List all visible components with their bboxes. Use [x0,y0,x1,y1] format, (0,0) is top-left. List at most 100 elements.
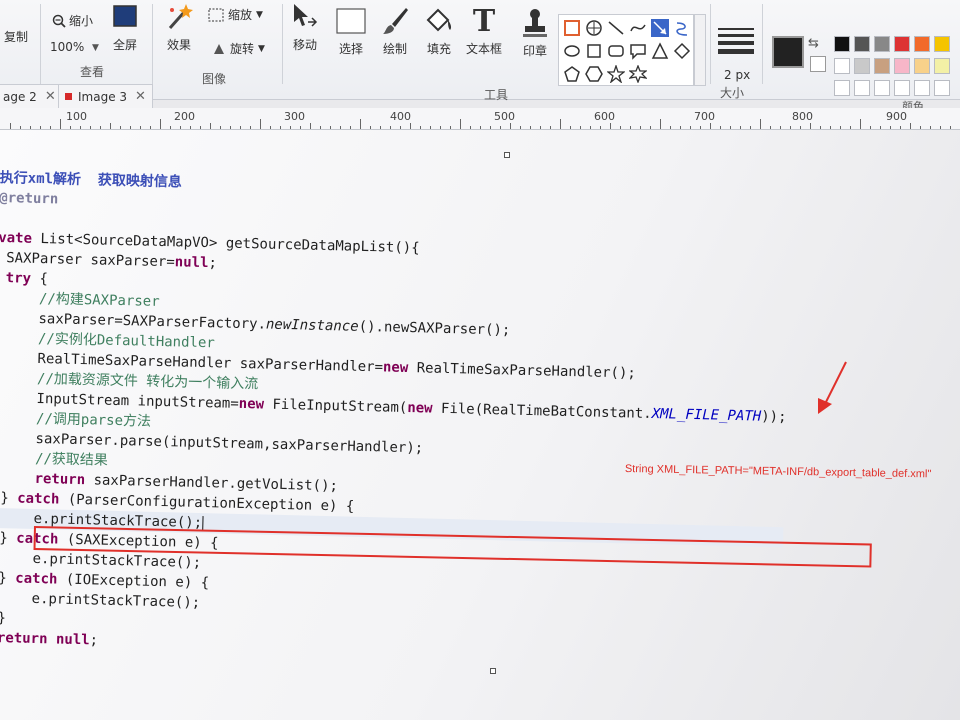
ruler-tick [870,126,871,129]
ruler-tick [460,119,461,129]
ruler-tick [490,126,491,129]
color-swatch[interactable] [914,80,930,96]
color-swatch[interactable] [894,58,910,74]
primary-color[interactable] [772,36,804,68]
color-swatch[interactable] [874,58,890,74]
ruler-tick [890,126,891,129]
effects-button[interactable]: 效果 [162,0,196,53]
color-swatch[interactable] [854,36,870,52]
brush-icon [378,4,412,38]
color-swatch[interactable] [834,36,850,52]
color-swatch[interactable] [854,80,870,96]
ruler-tick [720,126,721,129]
ruler-tick [930,126,931,129]
move-tool-button[interactable]: 移动 [288,0,322,53]
canvas-resize-handle[interactable] [504,152,510,158]
ruler-tick [620,126,621,129]
tab-image-2[interactable]: age 2 ✕ [0,84,63,108]
pentagon-shape-icon[interactable] [563,65,581,83]
zoom-level[interactable]: 100% [50,40,84,54]
annotation-arrow[interactable] [0,130,960,720]
color-swatch[interactable] [934,36,950,52]
move-icon [288,0,322,34]
fullscreen-button[interactable]: 全屏 [108,0,142,53]
ruler-tick [840,126,841,129]
ruler-tick [470,126,471,129]
color-swatch[interactable] [934,80,950,96]
draw-tool-button[interactable]: 绘制 [378,4,412,57]
ruler-tick [270,126,271,129]
diamond-shape-icon[interactable] [673,42,691,60]
shape-gallery-scrollbar[interactable] [694,14,706,86]
ruler-tick [320,126,321,129]
star-six-shape-icon[interactable] [629,65,647,83]
zoom-out-icon [52,14,66,28]
line-size-button[interactable] [718,28,754,62]
ruler-tick [240,126,241,129]
chevron-down-icon[interactable]: ▼ [92,43,99,53]
fullscreen-label: 全屏 [112,38,137,52]
hexagon-shape-icon[interactable] [585,65,603,83]
ruler-tick [940,126,941,129]
ruler-tick [210,123,211,129]
ruler-tick [510,123,511,129]
color-swatch[interactable] [914,36,930,52]
ruler-label: 400 [390,110,411,123]
ellipse-shape-icon[interactable] [563,42,581,60]
ruler-tick [10,123,11,129]
arrow-shape-icon[interactable] [651,19,669,37]
ruler-tick [630,126,631,129]
triangle-shape-icon[interactable] [651,42,669,60]
star-shape-icon[interactable] [607,65,625,83]
resize-button[interactable]: 缩放 ▼ [208,6,263,23]
zoom-out-button[interactable]: 缩小 [52,12,93,29]
ruler-tick [700,126,701,129]
ruler-tick [70,126,71,129]
rotate-button[interactable]: 旋转 ▼ [212,40,265,57]
ruler-tick [790,126,791,129]
crosshair-shape-icon[interactable] [585,19,603,37]
close-icon[interactable]: ✕ [45,89,56,104]
ruler-tick [120,126,121,129]
curve-shape-icon[interactable] [629,19,647,37]
speech-bubble-icon[interactable] [629,42,647,60]
ruler-tick [590,126,591,129]
square-shape-icon[interactable] [585,42,603,60]
text-tool-button[interactable]: T 文本框 [466,4,502,57]
squiggle-shape-icon[interactable] [673,19,691,37]
tab-image-3[interactable]: Image 3 ✕ [58,84,153,108]
ruler-tick [550,126,551,129]
secondary-color[interactable] [810,56,826,72]
color-swatch[interactable] [854,58,870,74]
effects-label: 效果 [166,38,191,52]
ruler-tick [530,126,531,129]
swap-colors-icon[interactable]: ⇆ [808,36,819,51]
color-swatch[interactable] [834,58,850,74]
fill-tool-button[interactable]: 填充 [422,4,456,57]
color-swatch[interactable] [894,36,910,52]
ruler-tick [220,126,221,129]
copy-button[interactable]: 复制 [4,28,28,45]
line-shape-icon[interactable] [607,19,625,37]
ruler-tick [910,123,911,129]
ruler-tick [340,126,341,129]
ruler-tick [420,126,421,129]
close-icon[interactable]: ✕ [135,89,146,104]
group-separator [40,4,41,84]
color-swatch[interactable] [894,80,910,96]
color-swatch[interactable] [874,36,890,52]
document-tabs: age 2 ✕ Image 3 ✕ [0,84,700,110]
color-swatch[interactable] [914,58,930,74]
select-tool-button[interactable]: 选择 [334,4,368,57]
color-swatch[interactable] [834,80,850,96]
color-swatch[interactable] [874,80,890,96]
image-canvas[interactable]: 执行xml解析 获取映射信息 @return vate List<SourceD… [0,130,960,720]
rectangle-shape-icon[interactable] [563,19,581,37]
group-separator [710,4,711,84]
ruler-tick [90,126,91,129]
stamp-tool-button[interactable]: 印章 [518,6,552,59]
color-swatch[interactable] [934,58,950,74]
rounded-rect-shape-icon[interactable] [607,42,625,60]
canvas-resize-handle[interactable] [490,668,496,674]
shape-gallery[interactable] [558,14,694,86]
